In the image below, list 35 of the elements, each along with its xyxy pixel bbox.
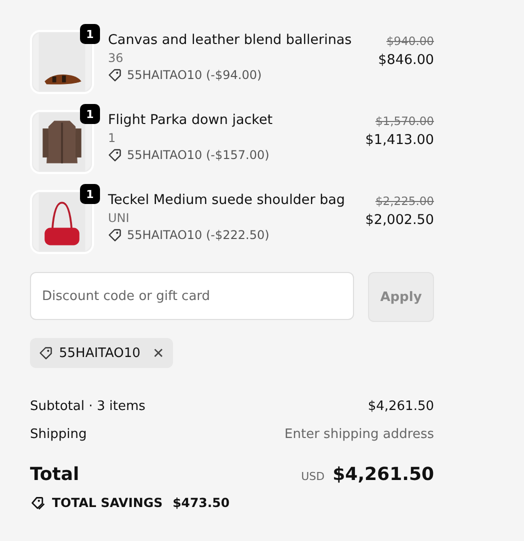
tag-icon — [108, 228, 122, 242]
tag-icon — [108, 68, 122, 82]
discount-text: 55HAITAO10 (-$157.00) — [127, 148, 270, 162]
tags-icon — [30, 496, 46, 510]
product-variant: 1 — [108, 131, 117, 145]
original-price: $2,225.00 — [375, 194, 434, 208]
original-price: $1,570.00 — [375, 114, 434, 128]
price: $846.00 — [378, 52, 434, 68]
product-title: Canvas and leather blend ballerinas — [108, 32, 353, 48]
price: $1,413.00 — [365, 132, 434, 148]
discount-text: 55HAITAO10 (-$222.50) — [127, 228, 270, 242]
savings-value: $473.50 — [172, 495, 230, 510]
total-label: Total — [30, 464, 80, 485]
product-title: Teckel Medium suede shoulder bag — [108, 192, 346, 208]
summary-value: $4,261.50 — [368, 398, 434, 414]
remove-button[interactable]: ✕ — [146, 345, 164, 361]
product-variant: UNI — [108, 211, 130, 225]
original-price: $940.00 — [386, 34, 434, 48]
currency-code: USD — [301, 470, 325, 483]
discount-text: 55HAITAO10 (-$94.00) — [127, 68, 262, 82]
product-title: Flight Parka down jacket — [108, 112, 274, 128]
product-variant: 36 — [108, 51, 124, 65]
tag-icon — [39, 346, 53, 360]
quantity-badge: 1 — [80, 104, 100, 124]
discount-code: 55HAITAO10 — [59, 346, 140, 360]
quantity-badge: 1 — [80, 24, 100, 44]
summary-value: Enter shipping address — [284, 426, 434, 442]
price: $2,002.50 — [365, 212, 434, 228]
savings-label: TOTAL SAVINGS — [52, 495, 163, 510]
summary-label: Shipping — [30, 426, 87, 442]
tag-icon — [108, 148, 122, 162]
discount-field[interactable]: Discount code or gift card — [30, 272, 354, 320]
total-value: $4,261.50 — [332, 464, 434, 485]
quantity-badge: 1 — [80, 184, 100, 204]
summary-label: Subtotal · 3 items — [30, 398, 146, 414]
